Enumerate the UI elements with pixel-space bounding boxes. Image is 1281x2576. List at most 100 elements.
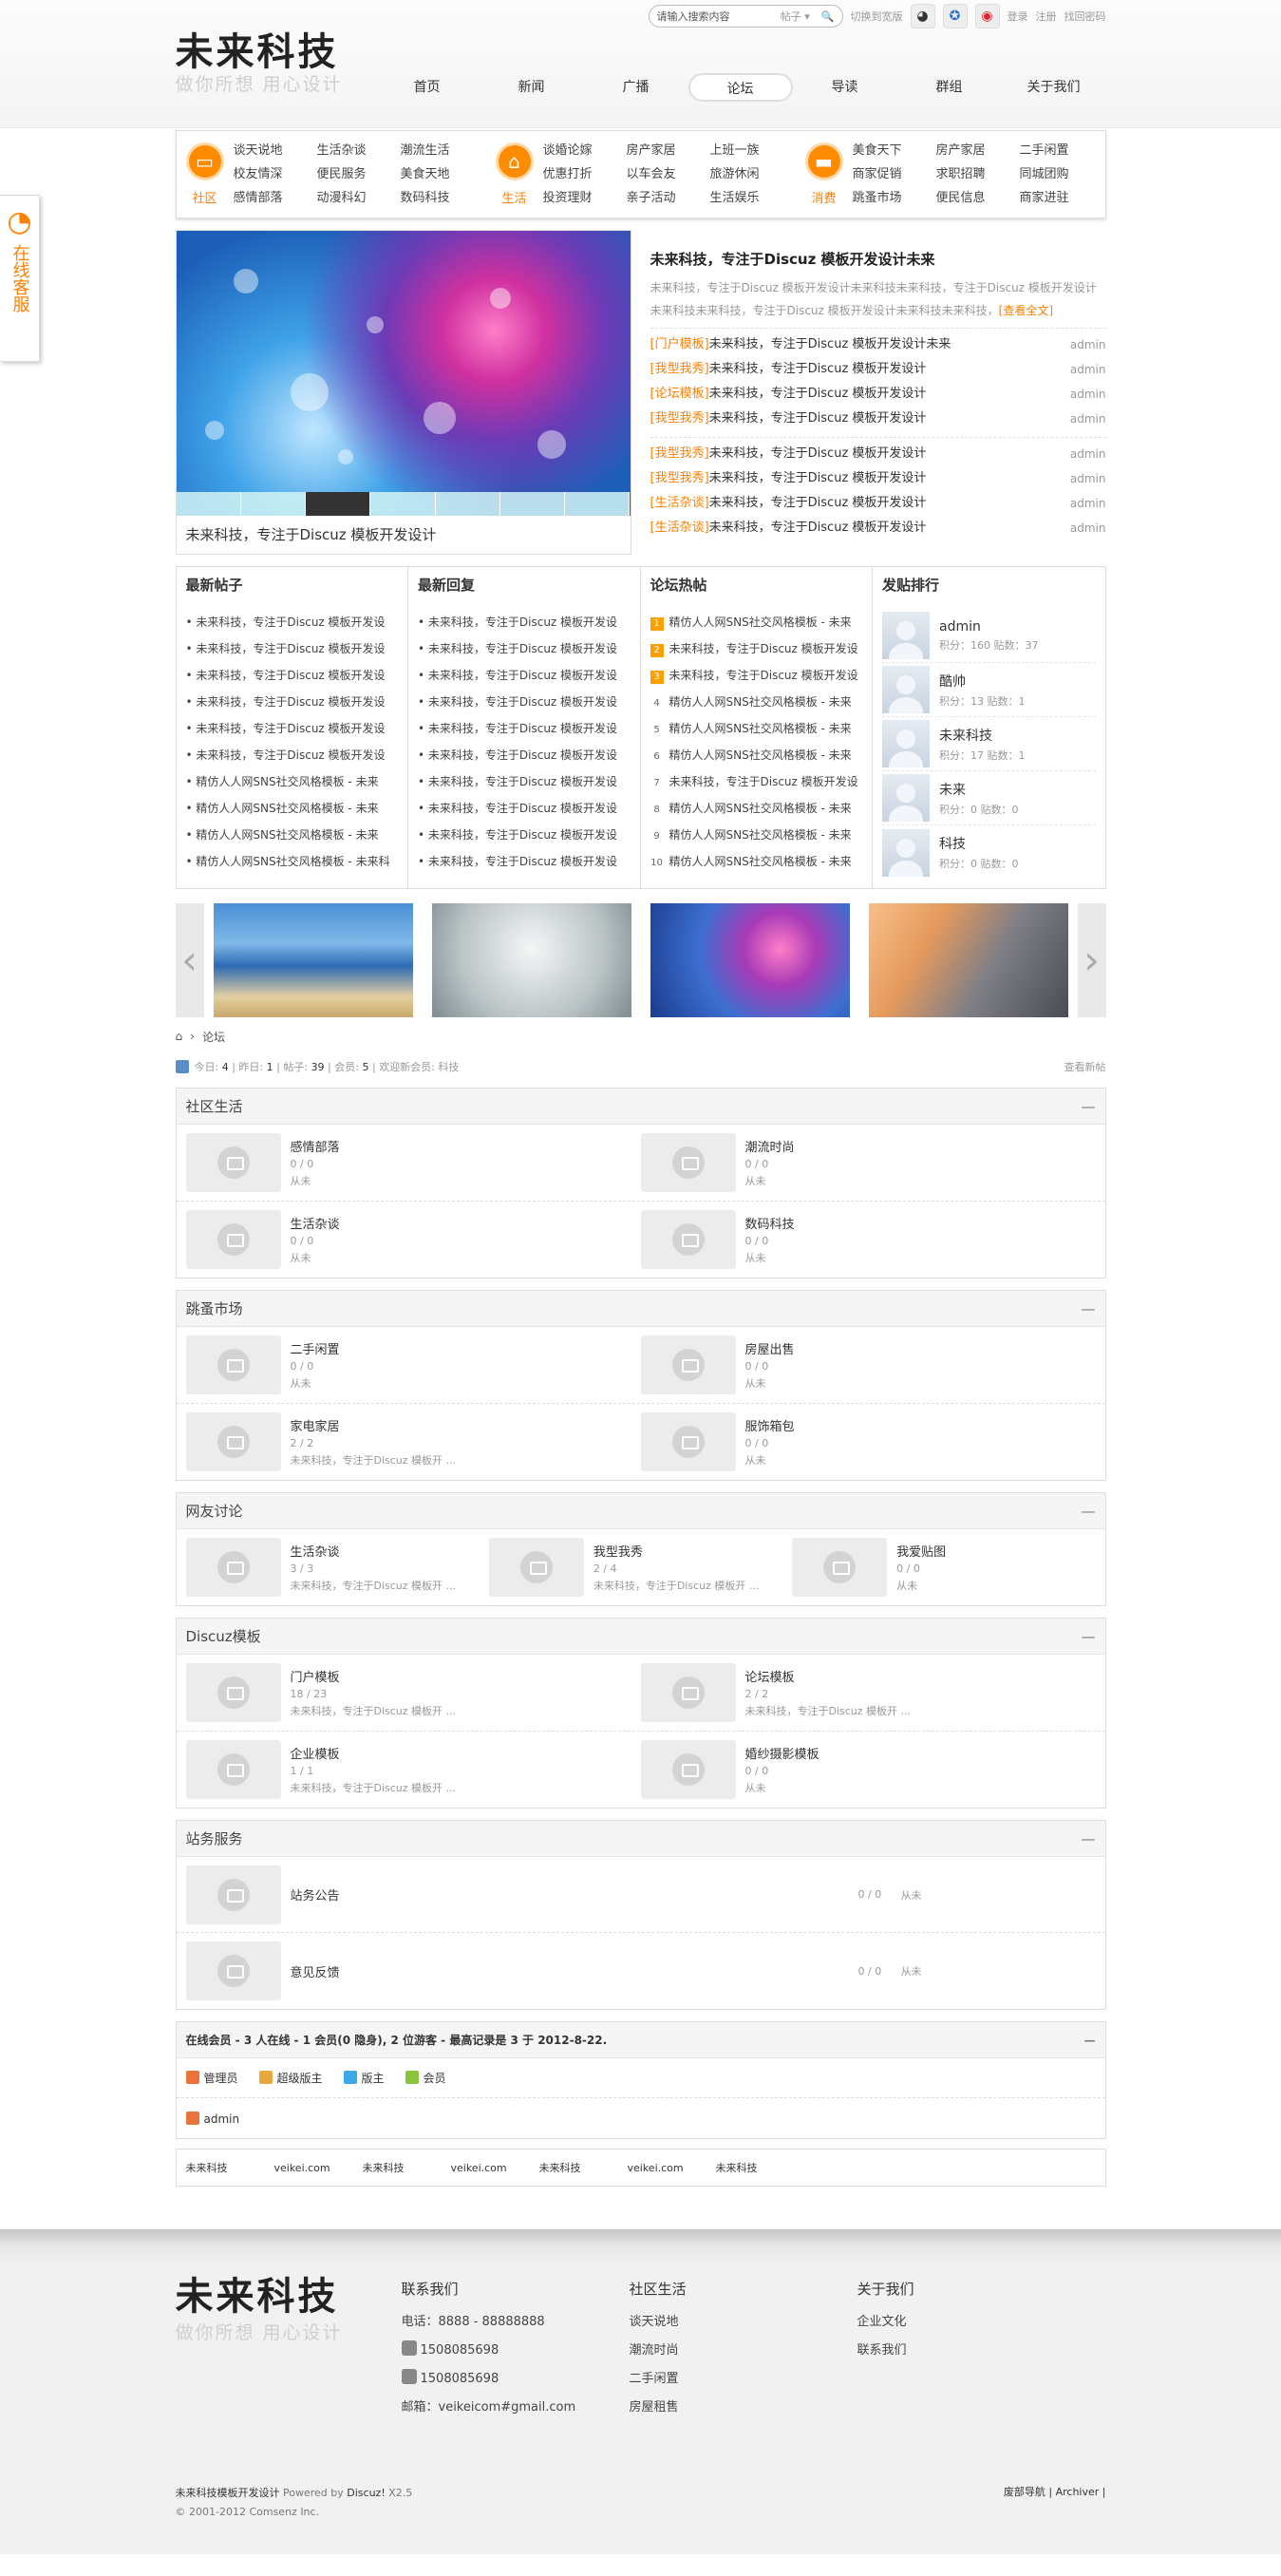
forum-item[interactable]: 我爱贴图 0 / 0 从未 [792,1529,1095,1605]
collapse-icon[interactable]: — [1082,1619,1096,1655]
carousel-prev-arrow-icon[interactable]: ‹ [175,902,204,1017]
forum-item[interactable]: 门户模板 18 / 23 未来科技，专注于Discuz 模板开 ... [185,1655,641,1731]
friend-link[interactable]: 未来科技 [363,2160,451,2175]
avatar[interactable] [882,612,930,659]
avatar[interactable] [882,828,930,877]
slider-dot[interactable] [370,492,436,516]
category-link[interactable]: 旅游休闲 [710,163,794,187]
category-link[interactable]: 房产家居 [936,140,1020,163]
list-item[interactable]: 3 未来科技，专注于Discuz 模板开发设 [650,662,863,689]
nav-item-groups[interactable]: 群组 [897,73,1002,102]
weibo-login-icon[interactable]: ◉ [974,4,1000,28]
online-service-widget[interactable]: ◔ 在线客服 [0,195,40,362]
carousel-image[interactable] [868,902,1068,1017]
category-link[interactable]: 美食天地 [401,163,484,187]
category-link[interactable]: 便民服务 [317,163,401,187]
category-link[interactable]: 商家促销 [853,163,936,187]
news-item[interactable]: [生活杂谈] 未来科技，专注于Discuz 模板开发设计 admin [650,491,1106,516]
ranking-user[interactable]: 未来科技 积分：17 贴数：1 [882,717,1096,771]
category-link[interactable]: 以车会友 [627,163,710,187]
switch-wide-link[interactable]: 切换到宽版 [851,9,903,24]
news-item[interactable]: [我型我秀] 未来科技，专注于Discuz 模板开发设计 admin [650,407,1106,431]
forum-item[interactable]: 数码科技 0 / 0 从未 [640,1202,1096,1278]
list-item[interactable]: • 未来科技，专注于Discuz 模板开发设 [186,742,399,768]
carousel-image[interactable] [650,902,850,1017]
collapse-icon[interactable]: — [1084,2022,1096,2058]
category-link[interactable]: 亲子活动 [627,187,710,211]
forum-group-title[interactable]: 网友讨论 [186,1503,243,1520]
list-item[interactable]: • 未来科技，专注于Discuz 模板开发设 [186,715,399,742]
forum-item[interactable]: 感情部落 0 / 0 从未 [185,1125,641,1201]
news-item[interactable]: [我型我秀] 未来科技，专注于Discuz 模板开发设计 admin [650,466,1106,491]
collapse-icon[interactable]: — [1082,1291,1096,1327]
carousel-image[interactable] [213,902,413,1017]
image-slider[interactable]: 未来科技，专注于Discuz 模板开发设计 [175,230,631,555]
category-link[interactable]: 数码科技 [401,187,484,211]
site-logo[interactable]: 未来科技 做你所想 用心设计 [176,30,343,95]
forum-group-title[interactable]: 社区生活 [186,1098,243,1115]
nav-item-news[interactable]: 新闻 [480,73,584,102]
category-consumer[interactable]: ▬ 消费 [796,136,853,213]
category-link[interactable]: 动漫科幻 [317,187,401,211]
news-item[interactable]: [我型我秀] 未来科技，专注于Discuz 模板开发设计 admin [650,442,1106,466]
category-link[interactable]: 感情部落 [234,187,317,211]
category-link[interactable]: 投资理财 [543,187,627,211]
category-link[interactable]: 求职招聘 [936,163,1020,187]
footer-nav-links[interactable]: 废部导航 | Archiver | [1004,2484,1106,2499]
search-scope-select[interactable]: 帖子 ▾ [781,9,810,24]
slider-dot-active[interactable] [306,492,371,516]
footer-link[interactable]: 二手闲置 [630,2365,687,2394]
category-link[interactable]: 美食天下 [853,140,936,163]
news-item[interactable]: [论坛模板] 未来科技，专注于Discuz 模板开发设计 admin [650,382,1106,407]
newest-member-link[interactable]: 科技 [438,1059,459,1074]
slider-dot[interactable] [435,492,500,516]
online-summary[interactable]: 在线会员 - 3 人在线 - 1 会员(0 隐身), 2 位游客 - 最高记录是… [186,2034,608,2047]
slider-image[interactable] [176,231,631,516]
slider-dot[interactable] [565,492,631,516]
ranking-user[interactable]: admin 积分：160 贴数：37 [882,609,1096,663]
footer-link[interactable]: 企业文化 [857,2308,914,2337]
read-more-link[interactable]: [查看全文] [999,304,1053,317]
news-item[interactable]: [我型我秀] 未来科技，专注于Discuz 模板开发设计 admin [650,357,1106,382]
list-item[interactable]: • 未来科技，专注于Discuz 模板开发设 [186,635,399,662]
ranking-user[interactable]: 未来 积分：0 贴数：0 [882,771,1096,825]
list-item[interactable]: 6 精仿人人网SNS社交风格模板 - 未来 [650,742,863,768]
friend-link[interactable]: 未来科技 [539,2160,628,2175]
online-user[interactable]: admin [185,2111,239,2126]
category-link[interactable]: 商家进驻 [1020,187,1103,211]
friend-link[interactable]: 未来科技 [716,2160,804,2175]
qq-login-icon[interactable]: ◕ [910,4,935,28]
forum-item[interactable]: 论坛模板 2 / 2 未来科技，专注于Discuz 模板开 ... [640,1655,1096,1731]
footer-link[interactable]: 联系我们 [857,2337,914,2365]
list-item[interactable]: • 未来科技，专注于Discuz 模板开发设 [418,795,631,822]
category-link[interactable]: 谈婚论嫁 [543,140,627,163]
friend-link[interactable]: veikei.com [451,2162,539,2174]
list-item[interactable]: 5 精仿人人网SNS社交风格模板 - 未来 [650,715,863,742]
forum-item[interactable]: 生活杂谈 0 / 0 从未 [185,1202,641,1278]
news-item[interactable]: [生活杂谈] 未来科技，专注于Discuz 模板开发设计 admin [650,516,1106,540]
qq-link[interactable]: 1508085698 [401,2337,576,2365]
forum-item[interactable]: 意见反馈 0 / 0 从未 [177,1933,1105,2009]
forum-item[interactable]: 服饰箱包 0 / 0 从未 [640,1404,1096,1480]
category-link[interactable]: 房产家居 [627,140,710,163]
forum-group-title[interactable]: Discuz模板 [186,1628,261,1645]
forum-item[interactable]: 房屋出售 0 / 0 从未 [640,1327,1096,1403]
collapse-icon[interactable]: — [1082,1821,1096,1857]
avatar[interactable] [882,774,930,822]
forum-item[interactable]: 婚纱摄影模板 0 / 0 从未 [640,1732,1096,1808]
footer-link[interactable]: 房屋租售 [630,2394,687,2422]
list-item[interactable]: • 未来科技，专注于Discuz 模板开发设 [418,768,631,795]
ranking-user[interactable]: 科技 积分：0 贴数：0 [882,825,1096,880]
list-item[interactable]: 2 未来科技，专注于Discuz 模板开发设 [650,635,863,662]
list-item[interactable]: 10 精仿人人网SNS社交风格模板 - 未来 [650,848,863,875]
forum-item[interactable]: 企业模板 1 / 1 未来科技，专注于Discuz 模板开 ... [185,1732,641,1808]
category-link[interactable]: 同城团购 [1020,163,1103,187]
list-item[interactable]: • 未来科技，专注于Discuz 模板开发设 [418,822,631,848]
carousel-image[interactable] [431,902,631,1017]
slider-dot[interactable] [499,492,566,516]
forgot-password-link[interactable]: 找回密码 [1064,9,1106,24]
category-community[interactable]: ▭ 社区 [177,136,234,213]
forum-item[interactable]: 家电家居 2 / 2 未来科技，专注于Discuz 模板开 ... [185,1404,641,1480]
news-item[interactable]: [门户模板] 未来科技，专注于Discuz 模板开发设计未来 admin [650,332,1106,357]
list-item[interactable]: • 精仿人人网SNS社交风格模板 - 未来科 [186,848,399,875]
